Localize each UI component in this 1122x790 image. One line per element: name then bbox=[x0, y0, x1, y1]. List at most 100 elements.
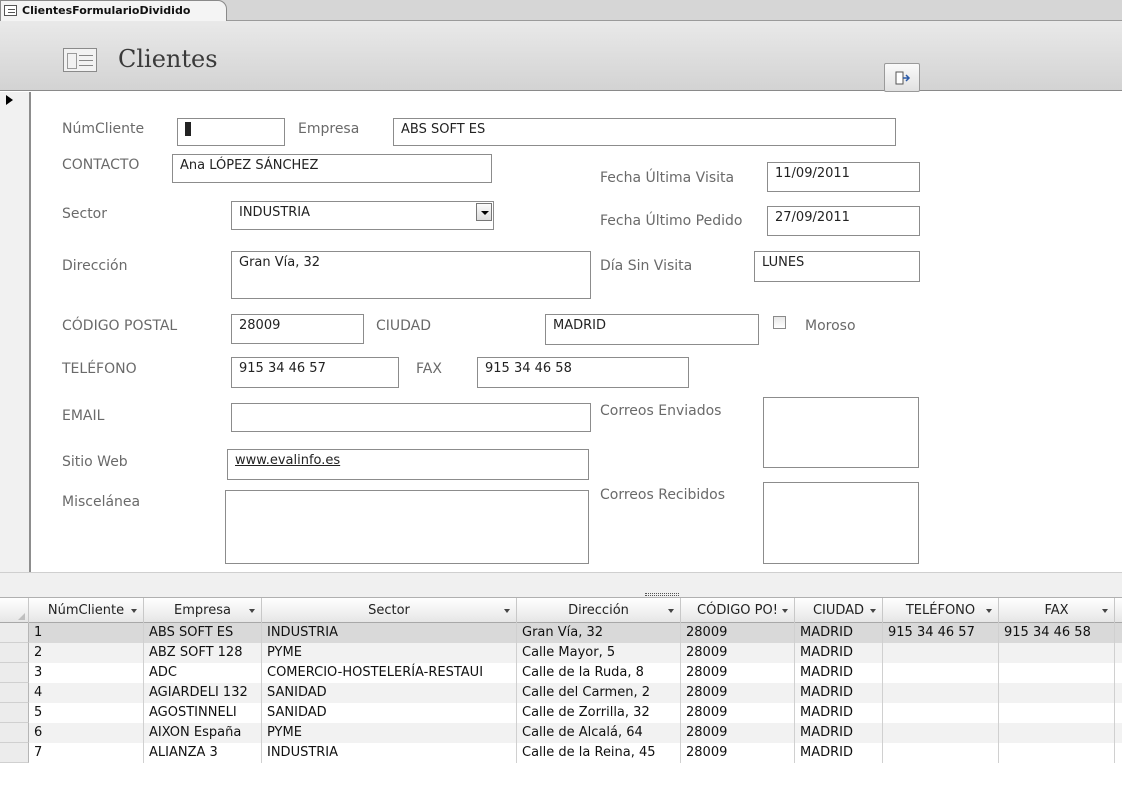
table-cell[interactable] bbox=[999, 663, 1115, 683]
table-cell[interactable]: SANIDAD bbox=[262, 683, 517, 703]
column-header-numcliente[interactable]: NúmCliente bbox=[29, 598, 144, 623]
table-cell[interactable] bbox=[999, 723, 1115, 743]
table-cell[interactable]: PYME bbox=[262, 723, 517, 743]
ciudad-field[interactable]: MADRID bbox=[545, 314, 759, 345]
table-cell[interactable]: 28009 bbox=[681, 723, 795, 743]
table-cell[interactable]: ALIANZA 3 bbox=[144, 743, 262, 763]
table-cell[interactable]: 28009 bbox=[681, 743, 795, 763]
fecha-ultimo-pedido-field[interactable]: 27/09/2011 bbox=[767, 206, 920, 236]
row-selector[interactable] bbox=[0, 623, 29, 643]
chevron-down-icon[interactable] bbox=[668, 609, 674, 613]
chevron-down-icon[interactable] bbox=[1102, 609, 1108, 613]
email-field[interactable] bbox=[231, 403, 591, 432]
chevron-down-icon[interactable] bbox=[870, 609, 876, 613]
row-selector[interactable] bbox=[0, 703, 29, 723]
sector-dropdown-button[interactable] bbox=[476, 203, 492, 221]
table-cell[interactable] bbox=[999, 743, 1115, 763]
empresa-field[interactable]: ABS SOFT ES bbox=[393, 118, 896, 146]
codigo-postal-field[interactable]: 28009 bbox=[231, 314, 364, 344]
table-cell[interactable]: MADRID bbox=[795, 703, 883, 723]
table-cell[interactable]: COMERCIO-HOSTELERÍA-RESTAUI bbox=[262, 663, 517, 683]
fecha-ultima-visita-field[interactable]: 11/09/2011 bbox=[767, 162, 920, 192]
table-cell[interactable]: Calle de la Ruda, 8 bbox=[517, 663, 681, 683]
table-cell[interactable]: MADRID bbox=[795, 743, 883, 763]
table-cell[interactable]: MADRID bbox=[795, 683, 883, 703]
fax-field[interactable]: 915 34 46 58 bbox=[477, 357, 689, 388]
table-cell[interactable]: INDUSTRIA bbox=[262, 623, 517, 643]
column-header-sector[interactable]: Sector bbox=[262, 598, 517, 623]
table-cell[interactable]: 28009 bbox=[681, 703, 795, 723]
table-cell[interactable] bbox=[999, 643, 1115, 663]
table-cell[interactable]: 28009 bbox=[681, 643, 795, 663]
tab-clientes-formulario-dividido[interactable]: ClientesFormularioDividido bbox=[0, 0, 227, 21]
split-form-splitter[interactable] bbox=[0, 572, 1122, 598]
table-cell[interactable]: Calle del Carmen, 2 bbox=[517, 683, 681, 703]
column-header-codigo-postal[interactable]: CÓDIGO PO! bbox=[681, 598, 795, 623]
table-cell[interactable]: ABZ SOFT 128 bbox=[144, 643, 262, 663]
chevron-down-icon[interactable] bbox=[782, 609, 788, 613]
contacto-field[interactable]: Ana LÓPEZ SÁNCHEZ bbox=[172, 154, 492, 183]
chevron-down-icon[interactable] bbox=[131, 609, 137, 613]
moroso-checkbox[interactable] bbox=[773, 316, 786, 329]
chevron-down-icon[interactable] bbox=[986, 609, 992, 613]
table-cell[interactable]: 28009 bbox=[681, 683, 795, 703]
column-header-telefono[interactable]: TELÉFONO bbox=[883, 598, 999, 623]
table-cell[interactable]: Calle Mayor, 5 bbox=[517, 643, 681, 663]
table-cell[interactable]: 5 bbox=[29, 703, 144, 723]
table-cell[interactable] bbox=[883, 643, 999, 663]
row-selector[interactable] bbox=[0, 643, 29, 663]
table-cell[interactable]: 4 bbox=[29, 683, 144, 703]
direccion-field[interactable]: Gran Vía, 32 bbox=[231, 251, 591, 299]
chevron-down-icon[interactable] bbox=[504, 609, 510, 613]
row-selector[interactable] bbox=[0, 663, 29, 683]
table-row[interactable]: 4 AGIARDELI 132 SANIDAD Calle del Carmen, 2… bbox=[0, 683, 1122, 703]
column-header-empresa[interactable]: Empresa bbox=[144, 598, 262, 623]
select-all-corner[interactable] bbox=[0, 598, 29, 623]
column-header-ciudad[interactable]: CIUDAD bbox=[795, 598, 883, 623]
table-cell[interactable] bbox=[883, 723, 999, 743]
column-header-direccion[interactable]: Dirección bbox=[517, 598, 681, 623]
close-form-button[interactable] bbox=[884, 63, 920, 92]
table-cell[interactable]: 2 bbox=[29, 643, 144, 663]
table-cell[interactable]: 915 34 46 58 bbox=[999, 623, 1115, 643]
table-cell[interactable]: MADRID bbox=[795, 643, 883, 663]
correos-recibidos-field[interactable] bbox=[763, 482, 919, 564]
table-row[interactable]: 3 ADC COMERCIO-HOSTELERÍA-RESTAUI Calle de … bbox=[0, 663, 1122, 683]
correos-enviados-field[interactable] bbox=[763, 397, 919, 468]
table-cell[interactable]: 28009 bbox=[681, 623, 795, 643]
table-cell[interactable]: MADRID bbox=[795, 663, 883, 683]
table-cell[interactable]: 6 bbox=[29, 723, 144, 743]
table-cell[interactable]: 7 bbox=[29, 743, 144, 763]
table-cell[interactable]: 1 bbox=[29, 623, 144, 643]
sitio-web-link[interactable]: www.evalinfo.es bbox=[227, 449, 589, 480]
numcliente-field[interactable]: 1 bbox=[177, 118, 285, 146]
table-cell[interactable] bbox=[883, 683, 999, 703]
table-row[interactable]: 2 ABZ SOFT 128 PYME Calle Mayor, 5 28009 MADR… bbox=[0, 643, 1122, 663]
table-cell[interactable]: PYME bbox=[262, 643, 517, 663]
row-selector[interactable] bbox=[0, 723, 29, 743]
table-cell[interactable]: ADC bbox=[144, 663, 262, 683]
column-header-fax[interactable]: FAX bbox=[999, 598, 1115, 623]
table-cell[interactable]: INDUSTRIA bbox=[262, 743, 517, 763]
table-cell[interactable]: 915 34 46 57 bbox=[883, 623, 999, 643]
dia-sin-visita-field[interactable]: LUNES bbox=[754, 251, 920, 282]
table-cell[interactable]: MADRID bbox=[795, 623, 883, 643]
table-cell[interactable]: Calle de Zorrilla, 32 bbox=[517, 703, 681, 723]
telefono-field[interactable]: 915 34 46 57 bbox=[231, 357, 399, 388]
table-cell[interactable] bbox=[999, 683, 1115, 703]
table-cell[interactable]: Gran Vía, 32 bbox=[517, 623, 681, 643]
table-row[interactable]: 5 AGOSTINNELI SANIDAD Calle de Zorrilla, 32… bbox=[0, 703, 1122, 723]
table-row[interactable]: 6 AIXON España PYME Calle de Alcalá, 64 2800… bbox=[0, 723, 1122, 743]
chevron-down-icon[interactable] bbox=[249, 609, 255, 613]
table-cell[interactable] bbox=[999, 703, 1115, 723]
table-cell[interactable] bbox=[883, 743, 999, 763]
table-cell[interactable]: MADRID bbox=[795, 723, 883, 743]
table-cell[interactable]: Calle de Alcalá, 64 bbox=[517, 723, 681, 743]
miscelanea-field[interactable] bbox=[225, 490, 589, 564]
row-selector[interactable] bbox=[0, 743, 29, 763]
table-cell[interactable] bbox=[883, 703, 999, 723]
table-cell[interactable] bbox=[883, 663, 999, 683]
table-cell[interactable]: AGIARDELI 132 bbox=[144, 683, 262, 703]
table-cell[interactable]: 28009 bbox=[681, 663, 795, 683]
sector-combo[interactable]: INDUSTRIA bbox=[231, 201, 494, 230]
